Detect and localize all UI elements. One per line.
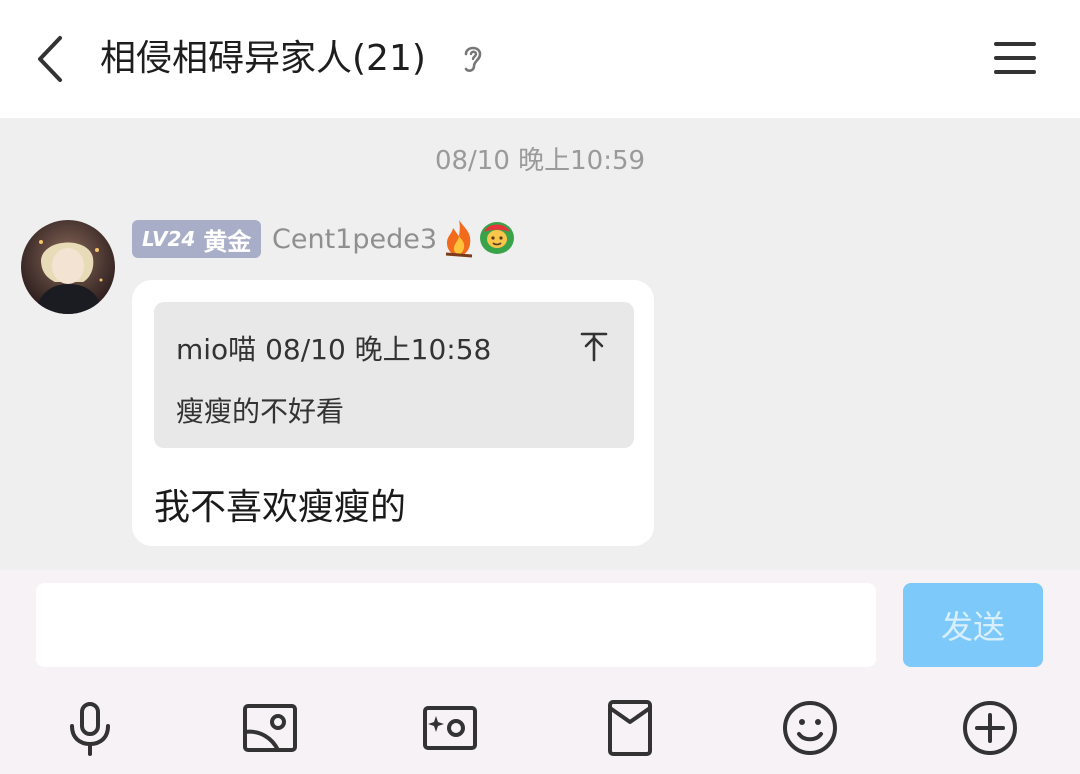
group-title: 相侵相碍异家人(21) [100,38,426,79]
emoji-icon[interactable] [780,698,840,758]
microphone-icon[interactable] [60,698,120,758]
back-button[interactable] [28,30,76,88]
chat-header: 相侵相碍异家人(21) [0,0,1080,118]
plus-icon[interactable] [960,698,1020,758]
menu-button[interactable] [992,38,1038,78]
composer-bar: 发送 [0,570,1080,774]
level-text: LV24 [142,227,196,251]
chat-area[interactable]: 08/10 晚上10:59 LV24 黄金 Cent1pede3 mio喵 08… [0,118,1080,570]
camera-icon[interactable] [420,698,480,758]
level-badge: LV24 黄金 [132,220,262,258]
quote-author-time: mio喵 08/10 晚上10:58 [176,333,492,366]
ear-icon [458,42,488,76]
avatar[interactable] [21,220,115,314]
jump-to-original-icon[interactable] [578,330,610,362]
red-packet-icon[interactable] [600,698,660,758]
hamburger-menu-icon [994,42,1036,74]
message-timestamp: 08/10 晚上10:59 [434,146,646,176]
rank-text: 黄金 [203,227,252,256]
quote-text: 瘦瘦的不好看 [176,395,345,428]
message-input[interactable] [36,583,876,667]
back-arrow-icon [38,36,62,82]
sick-face-emoji-icon [478,220,516,256]
quoted-message[interactable]: mio喵 08/10 晚上10:58 瘦瘦的不好看 [154,302,634,448]
message-bubble[interactable]: mio喵 08/10 晚上10:58 瘦瘦的不好看 我不喜欢瘦瘦的 [132,280,654,546]
send-button[interactable]: 发送 [903,583,1043,667]
message-text: 我不喜欢瘦瘦的 [154,487,407,528]
fire-emoji-icon [440,218,478,258]
sender-name[interactable]: Cent1pede3 [272,222,437,258]
image-icon[interactable] [240,698,300,758]
